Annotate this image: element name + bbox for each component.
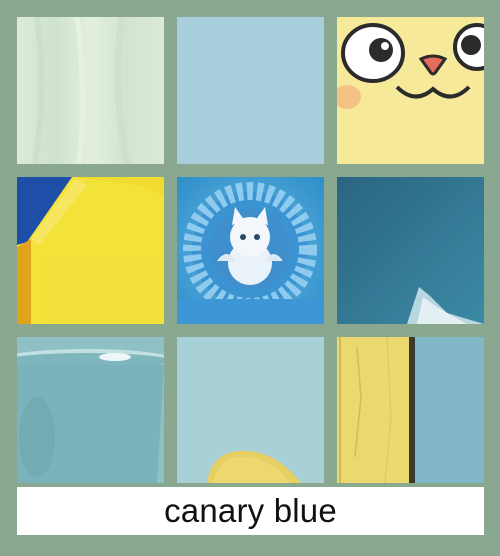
caption-text: canary blue (164, 492, 337, 529)
white-cat-flower-wreath-image (177, 177, 324, 324)
yellow-cartoon-face-image (337, 17, 484, 164)
yellow-plank-on-blue-image (337, 337, 484, 483)
teal-bowl-image (17, 337, 164, 483)
caption-bar: canary blue (17, 487, 484, 535)
teal-wave-image (337, 177, 484, 324)
yellow-blue-painting-image (17, 177, 164, 324)
light-blue-swatch-image (177, 17, 324, 164)
pale-green-fabric-image (17, 17, 164, 164)
yellow-chair-on-blue-image (177, 337, 324, 483)
